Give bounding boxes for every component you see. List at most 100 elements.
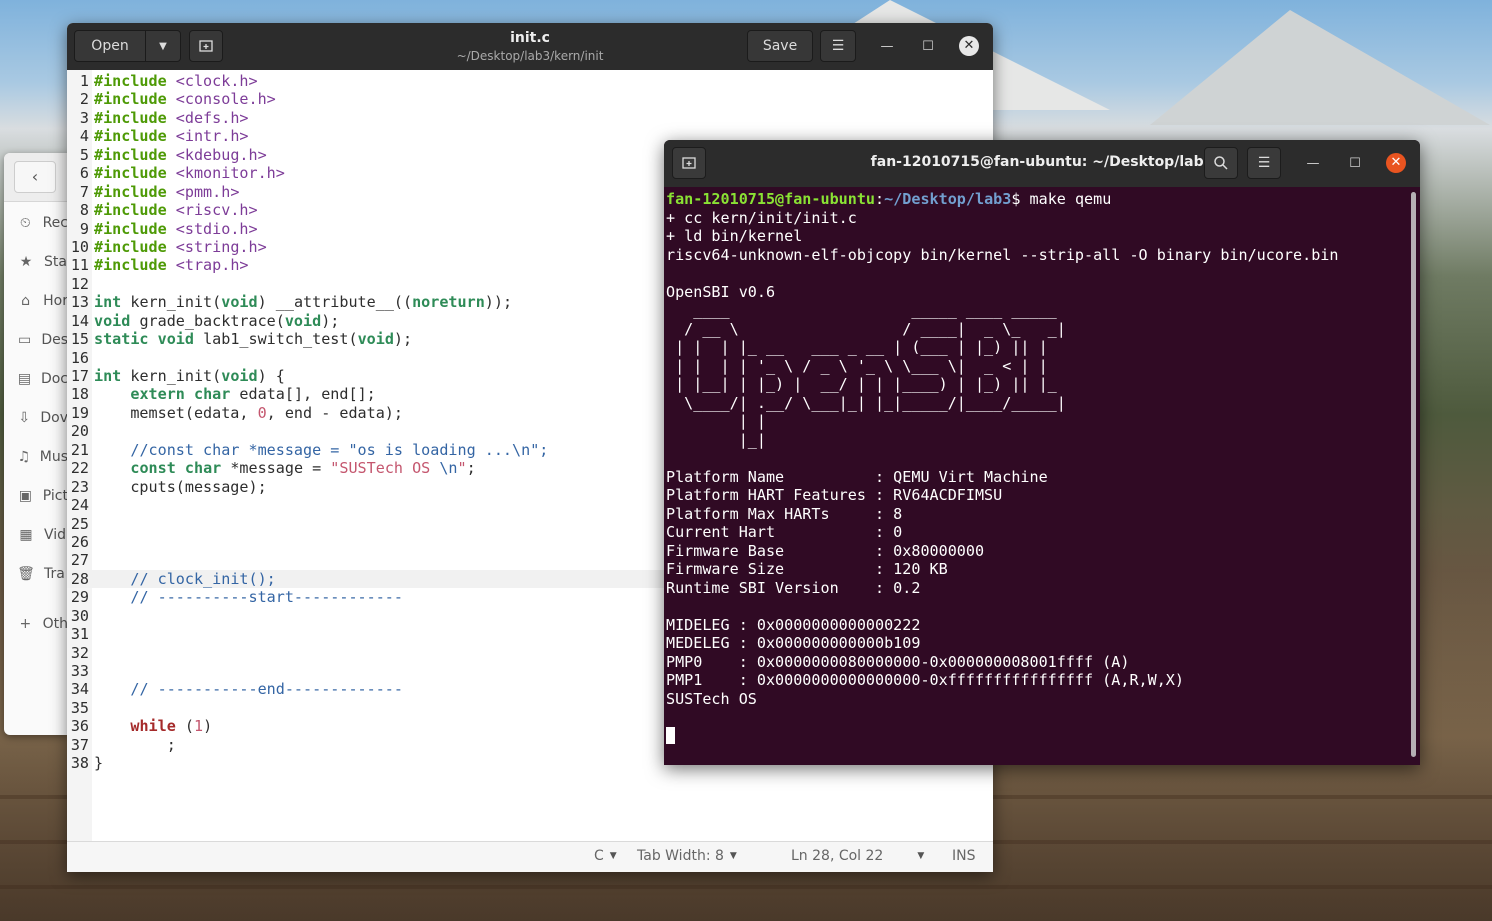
download-icon: ⇩ bbox=[18, 410, 31, 426]
code-text: static void lab1_switch_test(void); bbox=[94, 330, 412, 348]
line-number: 17 bbox=[70, 367, 89, 385]
code-text: void grade_backtrace(void); bbox=[94, 312, 339, 330]
code-token: void bbox=[221, 293, 258, 312]
code-token: #include bbox=[94, 219, 167, 238]
code-token: void bbox=[221, 367, 258, 385]
code-text: #include <kmonitor.h> bbox=[94, 164, 285, 182]
code-token: // -----------end------------- bbox=[130, 680, 403, 699]
language-selector[interactable]: C ▼ bbox=[594, 848, 617, 864]
minimize-button[interactable]: — bbox=[1303, 154, 1323, 174]
scrollbar[interactable] bbox=[1411, 192, 1416, 757]
terminal-line: SUSTech OS bbox=[666, 689, 757, 708]
line-number: 12 bbox=[70, 274, 89, 293]
line-number: 26 bbox=[70, 532, 89, 551]
menu-button[interactable]: ☰ bbox=[1247, 147, 1281, 179]
line-number: 1 bbox=[79, 72, 89, 90]
sidebar-item-label: Doc bbox=[40, 371, 68, 387]
insert-mode[interactable]: INS bbox=[952, 848, 976, 864]
code-token: char bbox=[193, 385, 231, 404]
sidebar-item-tra[interactable]: 🗑 Tra bbox=[4, 559, 68, 589]
code-line[interactable]: 1 #include <clock.h> bbox=[67, 72, 993, 90]
code-token: ); bbox=[321, 311, 340, 330]
code-text: int kern_init(void) { bbox=[94, 367, 285, 385]
line-number: 28 bbox=[70, 569, 89, 588]
files-headerbar: ‹ bbox=[4, 153, 68, 202]
line-number: 29 bbox=[70, 588, 89, 607]
close-button[interactable]: ✕ bbox=[1386, 153, 1406, 173]
code-token: void bbox=[94, 311, 131, 330]
line-number: 18 bbox=[70, 385, 89, 404]
chevron-down-icon: ▼ bbox=[917, 851, 925, 861]
terminal-line: | |__| | |_) | __/ | | |____) | |_) || |… bbox=[666, 375, 1057, 393]
code-token: int bbox=[94, 293, 122, 312]
terminal-output[interactable]: fan-12010715@fan-ubuntu:~/Desktop/lab3$ … bbox=[666, 190, 1338, 745]
search-button[interactable] bbox=[1204, 147, 1238, 179]
maximize-button[interactable]: ☐ bbox=[918, 37, 938, 57]
code-token: ; bbox=[466, 459, 476, 478]
code-token: <pmm.h> bbox=[175, 182, 240, 201]
code-token: lab1_switch_test( bbox=[193, 330, 358, 349]
code-token: #include bbox=[94, 72, 167, 90]
gedit-headerbar: Open ▼ init.c ~/Desktop/lab3/kern/init S… bbox=[67, 23, 993, 70]
line-number: 9 bbox=[79, 219, 89, 238]
sidebar-item-sta[interactable]: ★ Sta bbox=[4, 247, 68, 277]
code-line[interactable]: 2 #include <console.h> bbox=[67, 90, 993, 108]
sidebar-item-mus[interactable]: ♫ Mus bbox=[4, 442, 68, 472]
code-text: #include <stdio.h> bbox=[94, 220, 258, 238]
back-button[interactable]: ‹ bbox=[14, 161, 56, 193]
line-number: 10 bbox=[70, 237, 89, 256]
sidebar-item-label: Pict bbox=[42, 488, 68, 504]
terminal-line: | | | |_ __ ___ _ __ | (___ | |_) || | bbox=[666, 338, 1048, 356]
plus-icon: + bbox=[19, 616, 32, 632]
code-token: #include bbox=[94, 256, 167, 275]
minimize-button[interactable]: — bbox=[877, 37, 897, 57]
code-token: <kmonitor.h> bbox=[175, 164, 285, 183]
sidebar-item-oth[interactable]: + Oth bbox=[4, 609, 68, 639]
sidebar-item-doc[interactable]: ▤ Doc bbox=[4, 364, 68, 394]
code-line[interactable]: 3 #include <defs.h> bbox=[67, 109, 993, 127]
line-number: 23 bbox=[70, 477, 89, 496]
code-token: int bbox=[94, 367, 122, 385]
files-window: ‹ ⏲ Rec ★ Sta ⌂ Hor ▭ Des ▤ Doc ⇩ Dov ♫ Mus ▣ Pict ▦ Vid 🗑… bbox=[4, 153, 68, 735]
code-token: #include bbox=[94, 182, 167, 201]
sidebar-item-rec[interactable]: ⏲ Rec bbox=[4, 208, 68, 238]
hamburger-icon: ☰ bbox=[831, 38, 845, 54]
save-button[interactable]: Save bbox=[747, 30, 813, 62]
chevron-down-icon: ▼ bbox=[609, 851, 617, 861]
menu-button[interactable]: ☰ bbox=[820, 30, 856, 62]
sidebar-item-vid[interactable]: ▦ Vid bbox=[4, 520, 68, 550]
sidebar-item-hor[interactable]: ⌂ Hor bbox=[4, 286, 68, 316]
line-number: 21 bbox=[70, 440, 89, 459]
wallpaper-mountain bbox=[1150, 10, 1490, 125]
statusbar: C ▼ Tab Width: 8 ▼ Ln 28, Col 22 ▼ INS bbox=[67, 841, 993, 872]
sidebar-item-label: Des bbox=[41, 332, 68, 348]
code-token: memset(edata, bbox=[94, 403, 258, 422]
code-text: #include <trap.h> bbox=[94, 256, 249, 274]
close-button[interactable]: ✕ bbox=[959, 36, 979, 56]
sidebar-item-des[interactable]: ▭ Des bbox=[4, 325, 68, 355]
line-number: 30 bbox=[70, 606, 89, 625]
tab-width-selector[interactable]: Tab Width: 8 ▼ bbox=[637, 848, 737, 864]
sidebar-item-dov[interactable]: ⇩ Dov bbox=[4, 403, 68, 433]
hamburger-icon: ☰ bbox=[1257, 155, 1271, 171]
chevron-left-icon: ‹ bbox=[31, 167, 39, 186]
line-number: 16 bbox=[70, 348, 89, 367]
code-token: <riscv.h> bbox=[175, 201, 258, 220]
code-token: // clock_init(); bbox=[130, 569, 276, 588]
code-token: 1 bbox=[193, 717, 204, 736]
sidebar-item-label: Oth bbox=[42, 616, 68, 632]
terminal-line: | | bbox=[666, 412, 766, 430]
terminal-line: Firmware Base : 0x80000000 bbox=[666, 541, 985, 560]
maximize-button[interactable]: ☐ bbox=[1345, 154, 1365, 174]
cursor-position[interactable]: Ln 28, Col 22 ▼ bbox=[791, 848, 924, 864]
sidebar-item-pict[interactable]: ▣ Pict bbox=[4, 481, 68, 511]
